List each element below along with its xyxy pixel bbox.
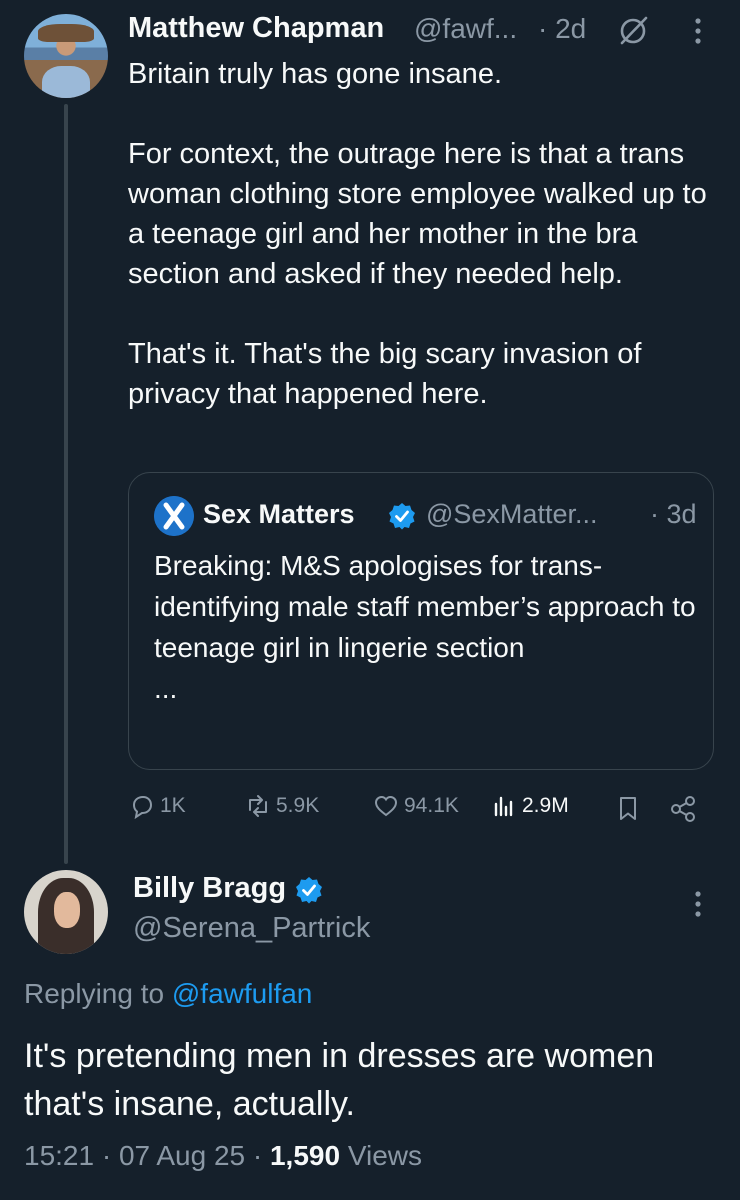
reply-icon [132,795,153,820]
verified-badge-icon [389,503,415,530]
more-icon[interactable] [686,14,710,48]
grok-icon[interactable] [616,14,650,48]
verified-badge-icon [296,877,322,904]
quote-text: Breaking: M&S apologises for trans-ident… [154,550,696,704]
views-button[interactable]: 2.9M [490,792,569,820]
author-handle[interactable]: @fawf... [414,13,517,45]
like-count: 94.1K [404,794,459,817]
reply-avatar[interactable] [24,870,108,954]
reply-views-count: 1,590 [269,1140,341,1171]
repost-icon [249,795,267,817]
reply-count: 1K [160,794,186,817]
reply-button[interactable]: 1K [128,792,186,820]
replying-to: Replying to @fawfulfan [24,978,312,1010]
more-icon[interactable] [686,884,710,924]
reply-date[interactable]: 07 Aug 25 [119,1140,245,1171]
reply-text: It's pretending men in dresses are women… [24,1037,664,1123]
bookmark-icon[interactable] [614,794,642,822]
reply-author-handle[interactable]: @Serena_Partrick [133,912,370,945]
separator: · [252,1140,263,1171]
like-button[interactable]: 94.1K [372,792,459,820]
views-icon [494,796,513,817]
quote-time: · 3d [650,499,697,529]
views-count: 2.9M [522,794,569,817]
reply-author-name[interactable]: Billy Bragg [133,872,286,905]
reply-time[interactable]: 15:21 [24,1140,94,1171]
thread-line [64,104,68,864]
replying-to-prefix: Replying to [24,978,165,1009]
tweet-text: Britain truly has gone insane. For conte… [128,58,707,410]
tweet-time[interactable]: · 2d [538,13,586,45]
reply-meta: 15:21 · 07 Aug 25 · 1,590 Views [24,1140,422,1172]
repost-count: 5.9K [276,794,320,817]
separator: · [101,1140,112,1171]
reply-views-label: Views [347,1140,423,1171]
like-icon [374,795,398,817]
replying-to-handle[interactable]: @fawfulfan [172,978,313,1009]
quote-author-name: Sex Matters [203,499,355,529]
repost-button[interactable]: 5.9K [244,792,319,820]
author-name[interactable]: Matthew Chapman [128,12,384,45]
quote-author-handle: @SexMatter... [426,499,598,529]
share-icon[interactable] [668,794,698,824]
avatar[interactable] [24,14,108,98]
quote-avatar [154,496,194,536]
